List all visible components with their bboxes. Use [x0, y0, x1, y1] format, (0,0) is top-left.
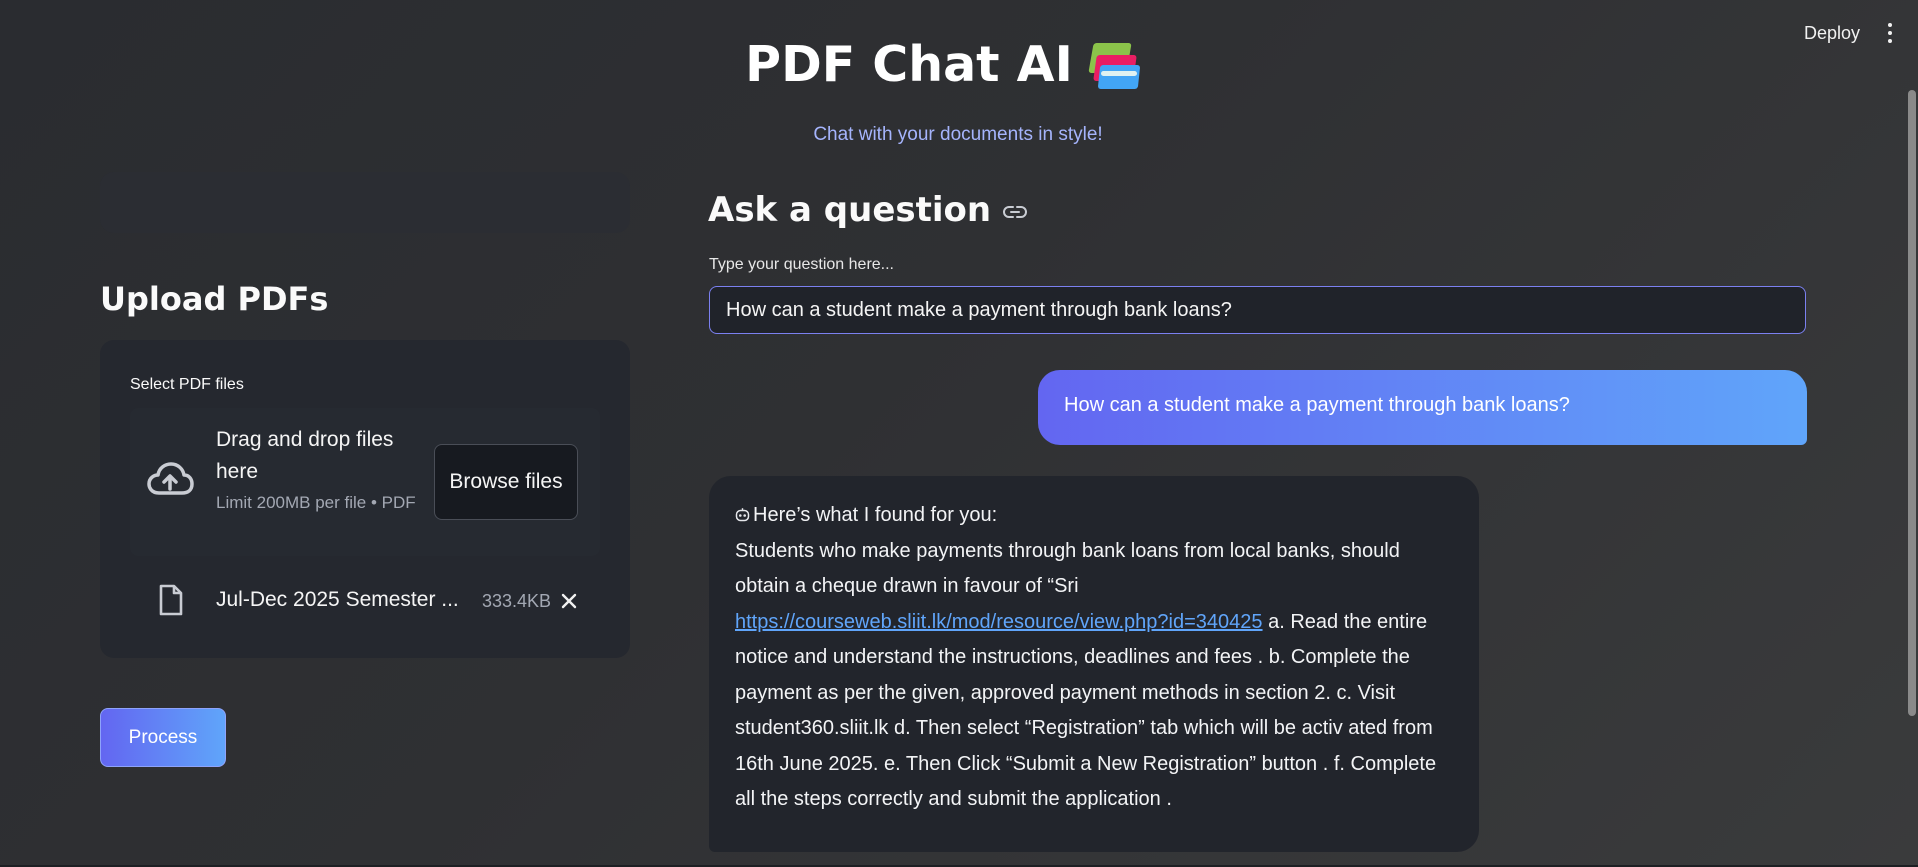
bot-message: Here’s what I found for you: Students wh…	[709, 476, 1479, 852]
bot-message-text-continued: a. Read the entire notice and understand…	[735, 610, 1437, 811]
file-name: Jul-Dec 2025 Semester ...	[216, 588, 459, 611]
dropzone-title: Drag and drop files here	[216, 428, 394, 483]
robot-icon	[735, 508, 750, 522]
uploader-label: Select PDF files	[130, 376, 244, 393]
bot-message-text: Students who make payments through bank …	[735, 539, 1400, 598]
books-icon	[1085, 39, 1143, 91]
page-subtitle: Chat with your documents in style!	[813, 124, 1103, 145]
question-input-label: Type your question here...	[709, 256, 894, 273]
sidebar-empty-panel	[100, 172, 630, 233]
page-title-text: PDF Chat AI	[745, 36, 1073, 93]
file-uploader: Select PDF files Drag and drop files her…	[100, 340, 630, 658]
close-icon[interactable]	[558, 590, 580, 612]
scrollbar[interactable]	[1908, 90, 1916, 716]
file-icon	[159, 584, 183, 616]
process-button[interactable]: Process	[100, 708, 226, 767]
bot-intro-text: Here’s what I found for you:	[753, 504, 998, 526]
ask-heading-text: Ask a question	[708, 190, 992, 230]
upload-heading: Upload PDFs	[100, 280, 329, 318]
browse-files-button[interactable]: Browse files	[434, 444, 578, 520]
ask-heading: Ask a question	[708, 190, 1028, 230]
cloud-upload-icon	[147, 462, 194, 495]
bot-message-intro: Here’s what I found for you:	[735, 498, 1453, 534]
dropzone-limit: Limit 200MB per file • PDF	[216, 493, 416, 512]
link-icon[interactable]	[1003, 205, 1028, 219]
file-size: 333.4KB	[482, 591, 552, 611]
page-title: PDF Chat AI	[0, 36, 1918, 93]
user-message: How can a student make a payment through…	[1038, 370, 1807, 445]
uploaded-file-row: Jul-Dec 2025 Semester ... 333.4KB	[130, 576, 600, 626]
dropzone[interactable]: Drag and drop files here Limit 200MB per…	[130, 408, 600, 556]
bot-message-link[interactable]: https://courseweb.sliit.lk/mod/resource/…	[735, 611, 1263, 633]
question-input[interactable]	[709, 286, 1806, 334]
